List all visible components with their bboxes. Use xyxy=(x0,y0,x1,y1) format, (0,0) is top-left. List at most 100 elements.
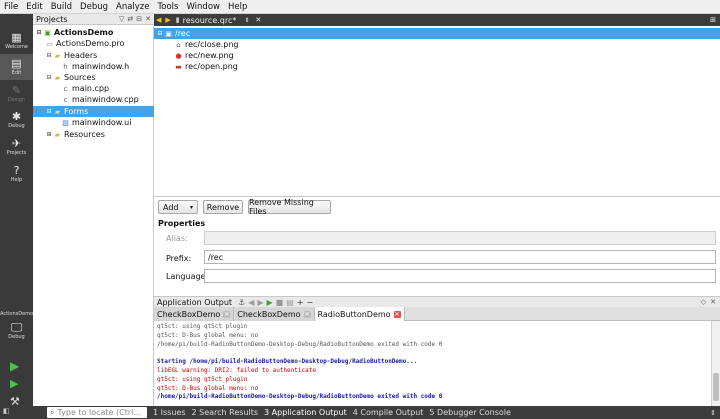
tree-item-project[interactable]: ⊟ ▣ ActionsDemo xyxy=(33,27,154,38)
menu-analyze[interactable]: Analyze xyxy=(116,2,150,12)
resource-file-row[interactable]: ▬ rec/open.png xyxy=(154,61,720,72)
more-panes-icon[interactable]: ⇕ xyxy=(710,409,716,417)
tree-label: main.cpp xyxy=(72,84,110,93)
divider xyxy=(154,196,720,197)
close-icon[interactable]: ✕ xyxy=(145,15,151,23)
tab-checkboxdemo-2[interactable]: CheckBoxDemo ✕ xyxy=(234,307,315,321)
maximize-icon[interactable]: ◇ xyxy=(701,298,706,306)
prefix-field[interactable]: /rec xyxy=(204,250,716,264)
header-file-icon: h xyxy=(63,62,68,71)
close-pane-icon[interactable]: ✕ xyxy=(710,298,716,306)
mode-debug[interactable]: ✱ Debug xyxy=(0,107,33,133)
attach-icon[interactable]: ⚓ xyxy=(238,298,245,307)
tree-item-forms[interactable]: ⊟ ▰ Forms xyxy=(33,106,154,117)
stop-icon[interactable]: ■ xyxy=(276,298,284,307)
search-icon: ⌕ xyxy=(50,407,55,417)
log-line: Starting /home/pi/build-RadioButtonDemo-… xyxy=(157,358,418,365)
collapse-icon[interactable]: ⊟ xyxy=(156,30,164,37)
zoom-in-icon[interactable]: + xyxy=(297,298,304,307)
tree-item-mainwindow-cpp[interactable]: c mainwindow.cpp xyxy=(33,94,154,105)
menu-debug[interactable]: Debug xyxy=(80,2,108,12)
run-icon[interactable]: ▶ xyxy=(10,359,19,373)
prev-icon[interactable]: ◀ xyxy=(248,298,254,307)
alias-field[interactable] xyxy=(204,231,716,245)
forward-icon[interactable]: ▶ xyxy=(165,16,170,24)
chevron-down-icon: ▾ xyxy=(189,203,193,211)
pencil-icon: ✎ xyxy=(11,84,22,97)
dropdown-icon[interactable]: ⇕ xyxy=(244,17,249,24)
rerun-icon[interactable]: ▶ xyxy=(267,298,273,307)
grid-icon: ▦ xyxy=(11,31,22,44)
tree-item-sources[interactable]: ⊟ ▰ Sources xyxy=(33,72,154,83)
next-icon[interactable]: ▶ xyxy=(257,298,263,307)
remove-missing-files-button[interactable]: Remove Missing Files xyxy=(248,198,331,216)
collapse-icon[interactable]: ⊟ xyxy=(45,74,53,81)
tree-item-pro[interactable]: ▭ ActionsDemo.pro xyxy=(33,38,154,49)
tree-label: mainwindow.h xyxy=(72,62,130,71)
mode-label: Debug xyxy=(8,123,25,129)
tab-checkboxdemo-1[interactable]: CheckBoxDemo ✕ xyxy=(154,307,235,321)
filter-icon[interactable]: ▽ xyxy=(119,15,124,23)
tree-label: mainwindow.ui xyxy=(72,118,132,127)
zoom-out-icon[interactable]: − xyxy=(307,298,314,307)
pane-debugger-console[interactable]: 5 Debugger Console xyxy=(429,408,511,417)
collapse-icon[interactable]: ⊟ xyxy=(45,108,53,115)
close-tab-icon[interactable]: ✕ xyxy=(223,310,231,318)
collapse-icon[interactable]: ⊟ xyxy=(35,29,43,36)
resource-file-row[interactable]: ⌂ rec/close.png xyxy=(154,39,720,50)
split-editor-icon[interactable]: ⊞ xyxy=(710,16,716,24)
new-image-icon: ● xyxy=(175,51,182,60)
output-scrollbar[interactable] xyxy=(711,321,720,406)
tree-label: ActionsDemo.pro xyxy=(56,39,125,48)
sidebar-toggle-icon[interactable]: ◧ xyxy=(3,407,10,415)
close-tab-icon[interactable]: ✕ xyxy=(303,310,311,318)
pane-search-results[interactable]: 2 Search Results xyxy=(192,408,259,417)
pane-application-output[interactable]: 3 Application Output xyxy=(264,408,347,417)
tab-label: CheckBoxDemo xyxy=(237,309,301,319)
pane-issues[interactable]: 1 Issues xyxy=(153,408,186,417)
menu-window[interactable]: Window xyxy=(186,2,220,12)
scroll-thumb[interactable] xyxy=(713,373,719,401)
add-dropdown-button[interactable]: Add ▾ xyxy=(158,200,198,214)
collapse-icon[interactable]: ⊟ xyxy=(45,52,53,59)
menu-file[interactable]: File xyxy=(4,2,18,12)
menu-edit[interactable]: Edit xyxy=(26,2,42,12)
tab-radiobuttondemo[interactable]: RadioButtonDemo ✕ xyxy=(314,307,405,321)
log-line: /home/pi/build-RadioButtonDemo-Desktop-D… xyxy=(157,341,443,348)
locator-input[interactable]: ⌕ Type to locate (Ctrl... xyxy=(47,407,147,418)
menu-tools[interactable]: Tools xyxy=(158,2,179,12)
editor-filename[interactable]: resource.qrc* xyxy=(183,16,237,25)
resource-file-row[interactable]: ● rec/new.png xyxy=(154,50,720,61)
tree-item-resources[interactable]: ⊞ ▰ Resources xyxy=(33,129,154,140)
close-document-icon[interactable]: ✕ xyxy=(255,16,261,24)
link-icon[interactable]: ⇄ xyxy=(127,15,133,23)
split-icon[interactable]: ⊟ xyxy=(136,15,142,23)
tree-item-mainwindow-ui[interactable]: ▧ mainwindow.ui xyxy=(33,117,154,128)
mode-welcome[interactable]: ▦ Welcome xyxy=(0,28,33,54)
clean-icon[interactable]: ▤ xyxy=(286,298,294,307)
projects-title[interactable]: Projects xyxy=(36,15,68,24)
close-tab-icon[interactable]: ✕ xyxy=(393,310,401,318)
kit-selector[interactable]: ActionsDemo 🖵 Debug xyxy=(0,311,33,340)
tree-item-headers[interactable]: ⊟ ▰ Headers xyxy=(33,50,154,61)
mode-help[interactable]: ? Help xyxy=(0,161,33,187)
pane-compile-output[interactable]: 4 Compile Output xyxy=(353,408,424,417)
menu-help[interactable]: Help xyxy=(228,2,247,12)
locator-placeholder: Type to locate (Ctrl... xyxy=(57,408,141,417)
expand-icon[interactable]: ⊞ xyxy=(45,131,53,138)
resource-prefix-row[interactable]: ⊟ ▣ /rec xyxy=(154,28,720,39)
tree-item-mainwindow-h[interactable]: h mainwindow.h xyxy=(33,61,154,72)
language-field[interactable] xyxy=(204,269,716,283)
folder-icon: ▰ xyxy=(54,107,61,116)
tree-item-main-cpp[interactable]: c main.cpp xyxy=(33,83,154,94)
back-icon[interactable]: ◀ xyxy=(156,16,161,24)
debug-run-icon[interactable]: ▶ xyxy=(10,377,18,390)
log-line: libEGL warning: DRI2: failed to authenti… xyxy=(157,367,316,374)
close-image-icon: ⌂ xyxy=(176,40,181,49)
mode-edit[interactable]: ▤ Edit xyxy=(0,54,33,80)
mode-design[interactable]: ✎ Design xyxy=(0,81,33,107)
mode-projects[interactable]: ✈ Projects xyxy=(0,134,33,160)
menu-build[interactable]: Build xyxy=(51,2,72,12)
output-log[interactable]: qt5ct: using qt5ct plugin qt5ct: D-Bus g… xyxy=(154,321,711,406)
remove-button[interactable]: Remove xyxy=(203,200,243,214)
